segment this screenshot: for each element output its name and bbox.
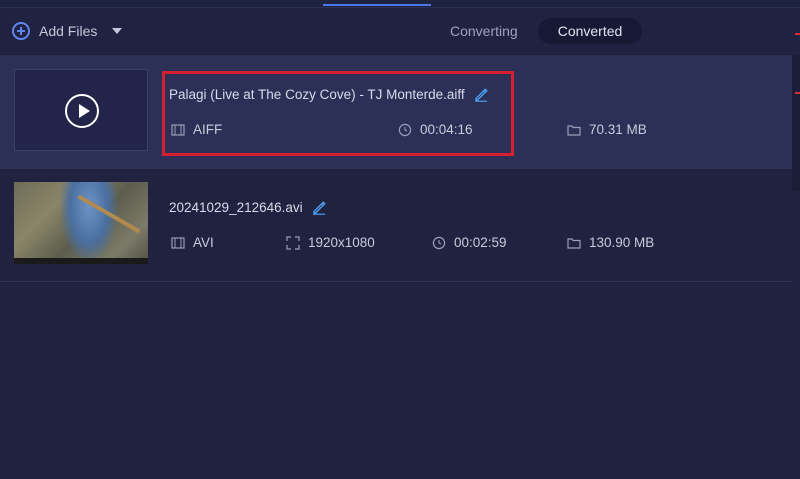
add-files-label: Add Files xyxy=(39,23,98,39)
film-icon xyxy=(171,236,185,249)
file-name-row: 20241029_212646.avi xyxy=(169,199,327,215)
resize-icon xyxy=(286,235,300,250)
file-duration: 00:02:59 xyxy=(454,235,507,250)
folder-icon xyxy=(567,237,581,249)
add-files-button[interactable]: Add Files xyxy=(12,20,123,42)
file-size: 70.31 MB xyxy=(589,122,647,137)
file-size: 130.90 MB xyxy=(589,235,655,250)
active-section-indicator xyxy=(323,4,431,6)
folder-icon xyxy=(567,124,581,136)
chevron-down-icon[interactable] xyxy=(112,28,123,34)
video-frame-bar xyxy=(14,258,148,264)
top-toolbar: Add Files Converting Converted xyxy=(0,0,800,56)
file-format: AVI xyxy=(193,235,214,250)
duration-info: 00:02:59 xyxy=(432,235,507,250)
file-row[interactable]: 20241029_212646.avi AVI 1920x1080 00:02:… xyxy=(0,169,792,282)
size-info: 130.90 MB xyxy=(567,235,654,250)
tab-converted[interactable]: Converted xyxy=(537,18,643,44)
file-name: 20241029_212646.avi xyxy=(169,199,303,215)
file-resolution: 1920x1080 xyxy=(308,235,375,250)
tab-converting[interactable]: Converting xyxy=(430,18,538,44)
file-thumbnail[interactable] xyxy=(14,69,148,151)
size-info: 70.31 MB xyxy=(567,122,647,137)
add-circle-icon xyxy=(12,22,30,40)
play-icon[interactable] xyxy=(65,94,99,128)
edge-marker xyxy=(795,92,800,94)
top-divider xyxy=(0,7,800,8)
clock-icon xyxy=(432,236,446,249)
highlight-box xyxy=(162,71,514,156)
edge-marker xyxy=(795,33,800,35)
conversion-tabs: Converting Converted xyxy=(430,18,643,44)
scrollbar[interactable] xyxy=(792,55,800,191)
video-frame-figure xyxy=(59,182,119,264)
edit-pencil-icon[interactable] xyxy=(311,199,327,215)
format-info: AVI xyxy=(171,235,214,250)
video-thumbnail[interactable] xyxy=(14,182,148,264)
resolution-info: 1920x1080 xyxy=(286,235,375,250)
